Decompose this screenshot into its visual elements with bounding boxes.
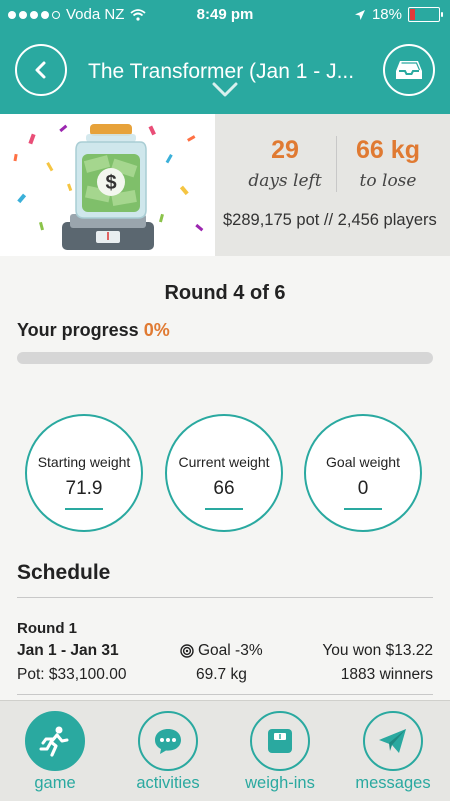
round-pot: Pot: $33,100.00 — [17, 666, 127, 683]
scale-icon — [268, 729, 292, 753]
location-arrow-icon — [354, 9, 365, 20]
progress-bar — [17, 352, 433, 364]
starting-weight-label: Starting weight — [37, 454, 131, 470]
tab-weigh-ins-label: weigh-ins — [245, 774, 315, 792]
starting-weight-circle[interactable]: Starting weight 71.9 — [25, 414, 143, 532]
round-won: You won $13.22 — [322, 642, 433, 659]
progress-label: Your progress 0% — [17, 320, 170, 341]
goal-weight-value: 0 — [357, 478, 369, 499]
chevron-left-icon — [35, 61, 46, 79]
days-left-value: 29 — [271, 136, 299, 164]
tab-weigh-ins-icon-circle — [250, 711, 310, 771]
round-dates: Jan 1 - Jan 31 — [17, 642, 119, 659]
days-left-label: days left — [248, 171, 322, 191]
tab-messages-label: messages — [355, 774, 431, 792]
battery-icon — [408, 7, 443, 22]
round-winners: 1883 winners — [340, 666, 433, 683]
stat-divider — [336, 136, 337, 192]
tab-messages-icon-circle — [363, 711, 423, 771]
battery-percent: 18% — [371, 6, 402, 23]
current-weight-label: Current weight — [178, 454, 270, 470]
tab-weigh-ins[interactable]: weigh-ins — [225, 701, 335, 801]
to-lose-label: to lose — [359, 171, 417, 191]
game-summary: $ 29 days left 66 kg to lose $289,175 po… — [0, 114, 450, 256]
to-lose-value: 66 kg — [356, 136, 420, 164]
back-button[interactable] — [15, 44, 67, 96]
progress-label-text: Your progress — [17, 320, 139, 340]
tab-activities-icon-circle — [138, 711, 198, 771]
days-left-stat: 29 days left — [235, 136, 335, 191]
tab-bar: game activities weigh-ins messages — [0, 700, 450, 801]
target-icon — [180, 644, 194, 658]
value-underline — [65, 508, 103, 510]
tab-game-label: game — [34, 774, 76, 792]
tab-game[interactable]: game — [0, 701, 110, 801]
status-bar: Voda NZ 8:49 pm 18% — [0, 0, 450, 30]
progress-percent: 0% — [143, 320, 170, 340]
divider — [17, 597, 433, 598]
runner-icon — [39, 726, 69, 757]
current-weight-circle[interactable]: Current weight 66 — [165, 414, 283, 532]
game-content: Round 4 of 6 Your progress 0% Starting w… — [0, 256, 450, 700]
tab-messages[interactable]: messages — [338, 701, 448, 801]
round-title: Round 4 of 6 — [164, 282, 286, 304]
chevron-down-icon[interactable] — [212, 82, 238, 98]
value-underline — [344, 508, 382, 510]
pot-players: $289,175 pot // 2,456 players — [223, 211, 437, 229]
goal-weight-circle[interactable]: Goal weight 0 — [304, 414, 422, 532]
tab-activities-label: activities — [136, 774, 200, 792]
round-name: Round 1 — [17, 620, 77, 637]
starting-weight-value: 71.9 — [65, 478, 103, 499]
tab-game-icon-circle — [25, 711, 85, 771]
inbox-button[interactable] — [383, 44, 435, 96]
divider — [17, 694, 433, 695]
money-jar-illustration: $ — [0, 114, 215, 256]
schedule-title: Schedule — [17, 561, 111, 584]
tab-activities[interactable]: activities — [113, 701, 223, 801]
value-underline — [205, 508, 243, 510]
round-goal-text: Goal -3% — [198, 642, 263, 659]
app-header: Voda NZ 8:49 pm 18% The Transformer (Jan… — [0, 0, 450, 114]
round-goal-kg: 69.7 kg — [196, 666, 247, 683]
chat-bubble-icon — [155, 729, 181, 754]
page-title[interactable]: The Transformer (Jan 1 - J... — [88, 60, 368, 84]
goal-weight-label: Goal weight — [326, 454, 400, 470]
paper-plane-icon — [379, 729, 406, 753]
svg-text:$: $ — [105, 172, 116, 194]
to-lose-stat: 66 kg to lose — [343, 136, 433, 191]
inbox-tray-icon — [396, 61, 422, 79]
round-goal: Goal -3% — [180, 642, 263, 660]
current-weight-value: 66 — [213, 478, 235, 499]
